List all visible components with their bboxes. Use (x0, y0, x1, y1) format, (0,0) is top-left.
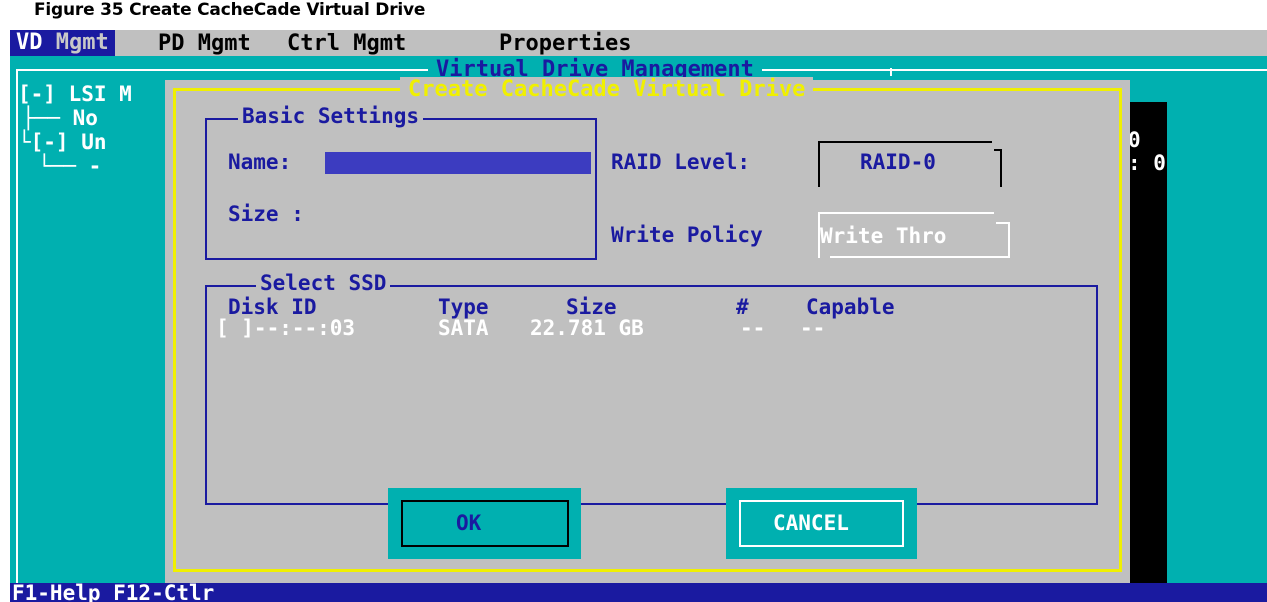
frame-tick (890, 68, 892, 76)
ok-button[interactable] (401, 500, 569, 547)
ssd-number: -- (740, 316, 766, 340)
wp-border-bottom (830, 256, 1010, 258)
dialog-title: Create CacheCade Virtual Drive (400, 77, 814, 102)
menu-bar: VD Mgmt PD Mgmt Ctrl Mgmt Properties (10, 30, 1267, 56)
ssd-capable: -- (800, 316, 826, 340)
bios-screen: VD Mgmt PD Mgmt Ctrl Mgmt Properties Vir… (10, 30, 1267, 602)
figure-caption: Figure 35 Create CacheCade Virtual Drive (34, 0, 426, 20)
menu-ctrl-mgmt[interactable]: Ctrl Mgmt (287, 31, 406, 56)
menu-pd-mgmt[interactable]: PD Mgmt (158, 31, 251, 56)
raid-level-label: RAID Level: (611, 150, 751, 174)
tree-node-no[interactable]: ├── No (22, 106, 98, 130)
menu-vd-hotkey: VD (16, 30, 43, 55)
raid-level-value: RAID-0 (860, 150, 936, 174)
raid-border-top (818, 141, 992, 143)
write-policy-label: Write Policy (611, 223, 763, 247)
basic-settings-title: Basic Settings (238, 104, 424, 128)
wp-border-tick (996, 222, 1008, 224)
raid-border-tick (994, 149, 1002, 151)
write-policy-value: Write Thro (820, 224, 947, 248)
size-label: Size : (228, 202, 304, 226)
menu-vd-mgmt[interactable]: VD Mgmt (10, 30, 115, 56)
ssd-type: SATA (438, 316, 489, 340)
status-bar-text: F1-Help F12-Ctlr (12, 581, 215, 602)
name-input[interactable] (325, 152, 591, 174)
name-label: Name: (228, 150, 292, 174)
ssd-size: 22.781 GB (530, 316, 644, 340)
raid-border-right (1000, 149, 1002, 187)
tree-node-child[interactable]: └── - (38, 154, 101, 178)
basic-settings-group (205, 118, 597, 260)
ok-button-label: OK (456, 511, 482, 535)
tree-node-unconfigured[interactable]: └[-] Un (18, 130, 107, 154)
menu-properties[interactable]: Properties (499, 31, 631, 56)
raid-border-left (818, 141, 820, 187)
cancel-button-label: CANCEL (773, 511, 849, 535)
ssd-checkbox-disk-id[interactable]: [ ]--:--:03 (216, 316, 355, 340)
wp-border-right (1008, 222, 1010, 258)
tree-node-controller[interactable]: [-] LSI M (18, 82, 132, 106)
wp-border-top (818, 212, 994, 214)
property-value-2: : 0 (1128, 151, 1166, 175)
menu-vd-rest: Mgmt (42, 30, 109, 55)
frame-line (850, 69, 1267, 71)
select-ssd-title: Select SSD (256, 271, 391, 295)
